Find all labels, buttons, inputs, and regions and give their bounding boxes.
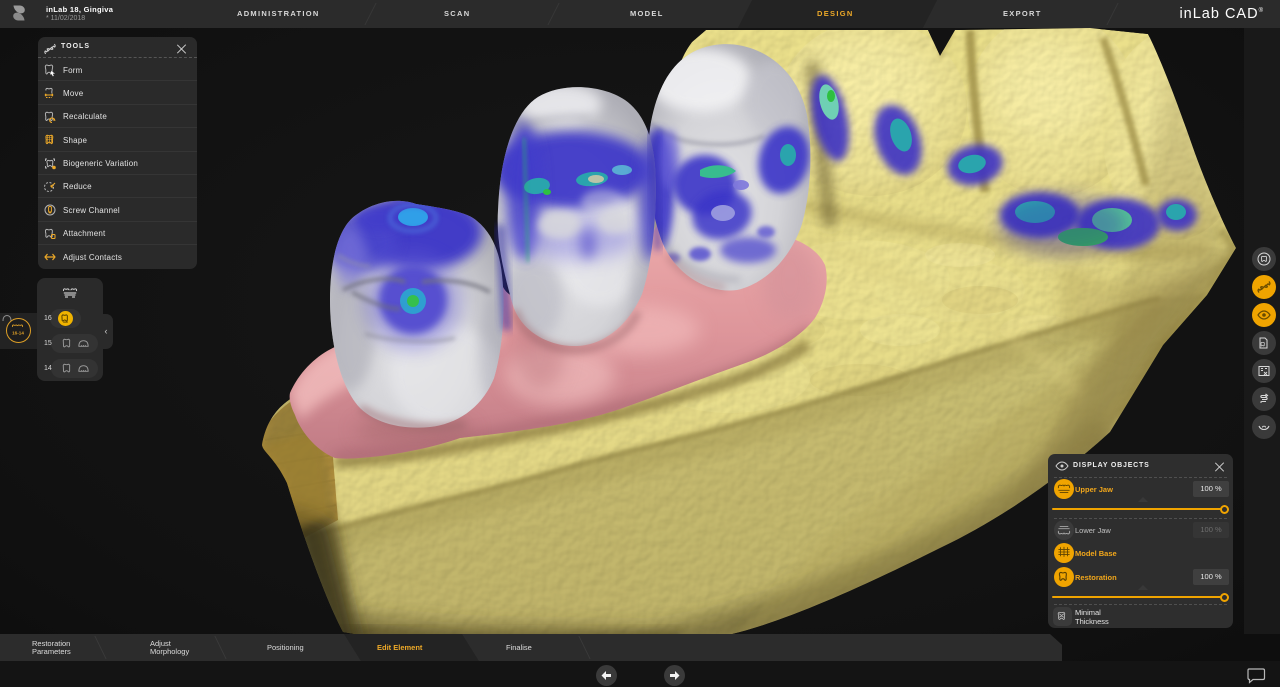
svg-text:16-14: 16-14 (12, 331, 24, 336)
